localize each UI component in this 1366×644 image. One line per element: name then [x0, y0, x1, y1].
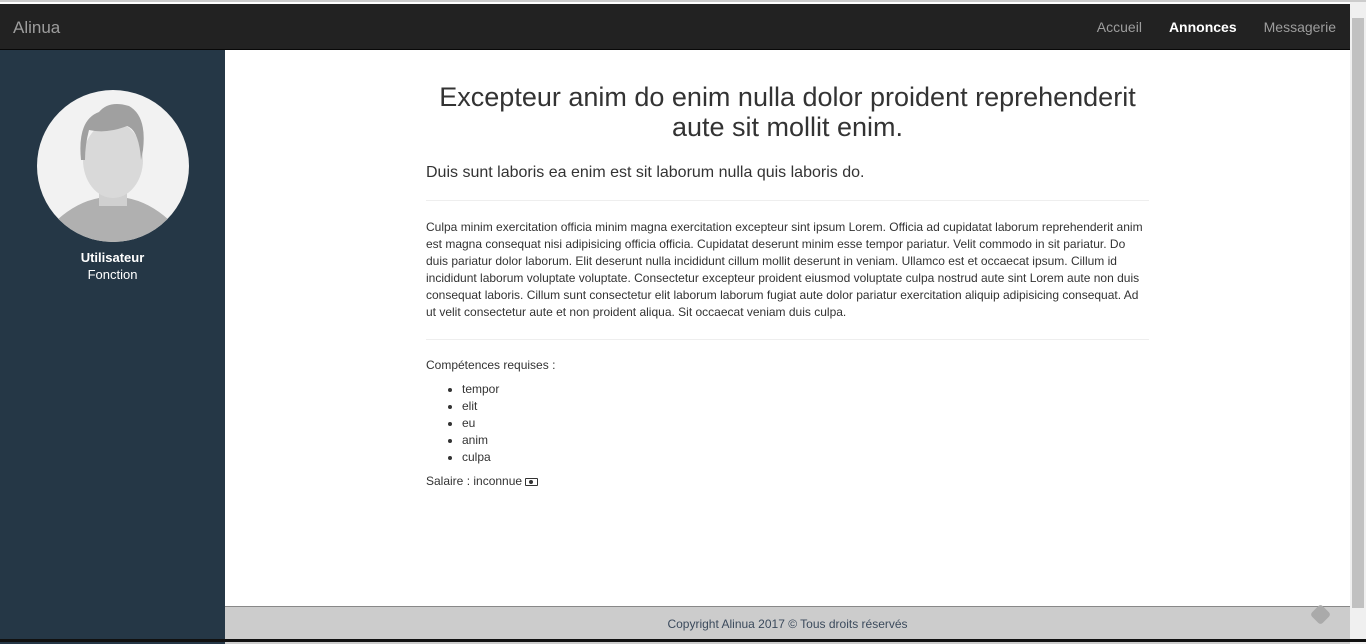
nav-annonces[interactable]: Annonces — [1169, 19, 1237, 35]
skill-item: tempor — [462, 381, 1149, 398]
nav-messagerie[interactable]: Messagerie — [1264, 19, 1336, 35]
salary-line: Salaire : inconnue — [426, 474, 1149, 488]
skill-item: eu — [462, 415, 1149, 432]
money-icon — [525, 477, 539, 486]
nav-accueil[interactable]: Accueil — [1097, 19, 1142, 35]
scrollbar[interactable] — [1350, 2, 1366, 644]
lead-text: Duis sunt laboris ea enim est sit laboru… — [426, 164, 865, 181]
avatar — [36, 90, 189, 242]
scrollbar-thumb[interactable] — [1352, 18, 1364, 608]
skills-label: Compétences requises : — [426, 358, 556, 372]
skill-item: culpa — [462, 449, 1149, 466]
sidebar: Utilisateur Fonction — [0, 50, 225, 644]
copyright-text: Copyright Alinua 2017 © Tous droits rése… — [667, 617, 908, 631]
main-content: Excepteur anim do enim nulla dolor proid… — [225, 50, 1350, 606]
divider — [426, 200, 1149, 201]
user-function: Fonction — [87, 267, 138, 282]
skill-item: anim — [462, 432, 1149, 449]
page-title: Excepteur anim do enim nulla dolor proid… — [439, 82, 1136, 142]
salary-text: Salaire : inconnue — [426, 474, 523, 488]
brand-logo[interactable]: Alinua — [13, 18, 60, 38]
skill-item: elit — [462, 398, 1149, 415]
description: Culpa minim exercitation officia minim m… — [426, 220, 1143, 319]
user-name: Utilisateur — [80, 250, 145, 265]
feedback-icon[interactable] — [1309, 603, 1332, 626]
navbar: Alinua Accueil Annonces Messagerie — [0, 4, 1350, 50]
skills-list: tempor elit eu anim culpa — [462, 381, 1149, 466]
divider — [426, 339, 1149, 340]
